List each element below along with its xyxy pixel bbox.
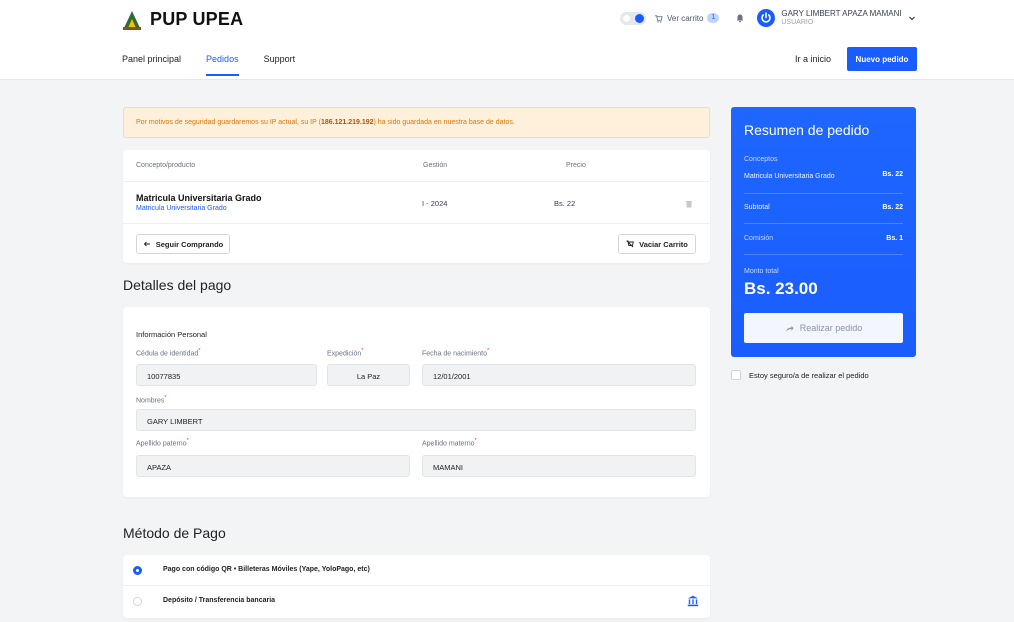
subtotal-value: Bs. 22: [882, 204, 903, 211]
confirm-order-checkbox-row[interactable]: Estoy seguro/a de realizar el pedido: [731, 370, 869, 380]
share-arrow-icon: [785, 325, 794, 331]
commission-label: Comisión: [744, 235, 774, 242]
table-row: Matricula Universitaria Grado Matricula …: [123, 182, 710, 224]
col-gestion: Gestión: [423, 162, 448, 169]
col-price: Precio: [566, 162, 586, 169]
cart-remove-icon: [626, 240, 634, 248]
exp-label: Expedición*: [327, 348, 364, 358]
total-value: Bs. 23.00: [744, 279, 818, 298]
cart-icon: [654, 14, 663, 23]
method-qr-option[interactable]: Pago con código QR • Billeteras Móviles …: [123, 555, 710, 586]
col-concept: Concepto/producto: [136, 162, 196, 169]
commission-value: Bs. 1: [886, 235, 903, 242]
app-name: PUP UPEA: [150, 8, 244, 29]
bank-radio[interactable]: [133, 597, 142, 606]
logo-icon: [123, 11, 141, 30]
continue-shopping-label: Seguir Comprando: [155, 239, 224, 249]
subtotal-label: Subtotal: [744, 204, 770, 211]
qr-radio[interactable]: [133, 566, 142, 575]
arrow-left-icon: [143, 241, 150, 247]
user-menu[interactable]: GARY LIMBERT APAZA MAMANI USUARIO: [757, 9, 915, 27]
divider: [744, 254, 903, 255]
top-header: PUP UPEA Ver carrito 1 GARY LIMBERT APAZ…: [0, 0, 1014, 80]
user-name: GARY LIMBERT APAZA MAMANI: [781, 9, 902, 18]
trash-icon[interactable]: [685, 200, 693, 208]
order-summary-panel: Resumen de pedido Conceptos Matricula Un…: [731, 107, 916, 357]
names-label: Nombres*: [136, 395, 167, 405]
confirm-checkbox[interactable]: [731, 370, 741, 380]
payment-details-title: Detalles del pago: [123, 277, 232, 293]
paterno-label: Apellido paterno*: [136, 438, 189, 448]
nav-pedidos[interactable]: Pedidos: [206, 54, 239, 76]
cart-label: Ver carrito: [667, 13, 704, 23]
nav-panel-principal[interactable]: Panel principal: [122, 54, 181, 76]
app-logo[interactable]: PUP UPEA: [122, 8, 243, 30]
avatar: [757, 9, 776, 27]
divider: [744, 223, 903, 224]
product-subtitle: Matricula Universitaria Grado: [136, 205, 227, 212]
summary-title: Resumen de pedido: [744, 122, 870, 138]
power-icon: [761, 12, 772, 23]
header-actions: Ver carrito 1 GARY LIMBERT APAZA MAMANI …: [620, 9, 916, 27]
security-alert: Por motivos de seguridad guardaremos su …: [123, 107, 710, 138]
payment-method-card: Pago con código QR • Billeteras Móviles …: [123, 555, 710, 618]
view-cart-link[interactable]: Ver carrito 1: [654, 13, 720, 23]
dob-label: Fecha de nacimiento*: [422, 348, 490, 358]
product-price: Bs. 22: [554, 199, 576, 208]
goto-home-link[interactable]: Ir a inicio: [795, 54, 831, 64]
exp-field[interactable]: La Paz: [327, 364, 410, 386]
paterno-field[interactable]: APAZA: [136, 455, 410, 477]
names-field[interactable]: GARY LIMBERT: [136, 409, 696, 431]
payment-method-title: Método de Pago: [123, 525, 226, 541]
personal-info-heading: Información Personal: [136, 330, 207, 339]
empty-cart-label: Vaciar Carrito: [639, 239, 688, 249]
method-bank-option[interactable]: Depósito / Transferencia bancaria: [123, 586, 710, 617]
theme-toggle[interactable]: [620, 11, 646, 25]
confirm-label: Estoy seguro/a de realizar el pedido: [749, 370, 869, 380]
alert-suffix: ) ha sido guardada en nuestra base de da…: [373, 119, 515, 126]
cart-count-badge: 1: [707, 13, 720, 23]
materno-label: Apellido materno*: [422, 438, 477, 448]
empty-cart-button[interactable]: Vaciar Carrito: [618, 234, 696, 254]
concept-value: Bs. 22: [882, 171, 903, 178]
bank-label: Depósito / Transferencia bancaria: [163, 597, 276, 604]
bank-icon: [687, 595, 699, 607]
place-order-button[interactable]: Realizar pedido: [744, 313, 903, 343]
ci-field[interactable]: 10077835: [136, 364, 317, 386]
total-label: Monto total: [744, 268, 779, 275]
place-order-label: Realizar pedido: [799, 323, 863, 333]
product-name: Matricula Universitaria Grado: [136, 193, 262, 203]
materno-field[interactable]: MAMANI: [422, 455, 696, 477]
alert-prefix: Por motivos de seguridad guardaremos su …: [136, 119, 321, 126]
cart-card: Concepto/producto Gestión Precio Matricu…: [123, 150, 710, 263]
bell-icon[interactable]: [735, 13, 745, 23]
divider: [744, 193, 903, 194]
user-role: USUARIO: [781, 19, 814, 26]
toggle-knob: [635, 13, 644, 23]
main-nav: Panel principal Pedidos Support: [122, 54, 295, 76]
new-order-button[interactable]: Nuevo pedido: [847, 47, 917, 71]
cart-table-header: Concepto/producto Gestión Precio: [123, 150, 710, 182]
ci-label: Cédula de identidad*: [136, 348, 201, 358]
product-gestion: I - 2024: [422, 199, 448, 208]
nav-support[interactable]: Support: [264, 54, 296, 76]
continue-shopping-button[interactable]: Seguir Comprando: [136, 234, 230, 254]
concept-item: Matricula Universitaria Grado: [744, 173, 835, 180]
qr-label: Pago con código QR • Billeteras Móviles …: [163, 566, 370, 573]
toggle-dot: [623, 14, 630, 22]
alert-ip: 186.121.219.192: [320, 119, 374, 126]
chevron-down-icon: [908, 16, 915, 21]
dob-field[interactable]: 12/01/2001: [422, 364, 696, 386]
personal-info-card: Información Personal Cédula de identidad…: [123, 307, 710, 497]
concepts-label: Conceptos: [744, 156, 778, 163]
